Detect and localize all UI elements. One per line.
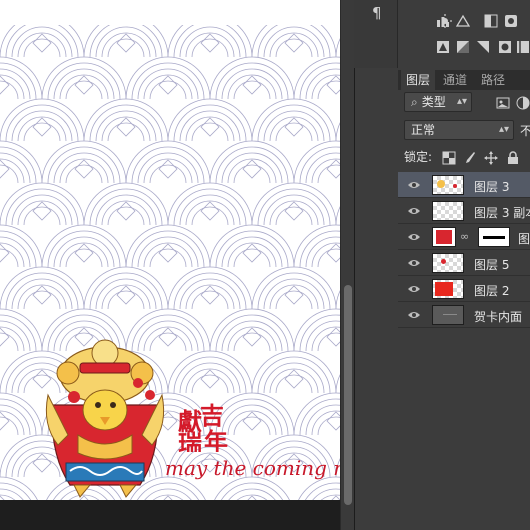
adjustment-layer-filter-icon[interactable]: [516, 96, 530, 110]
hue-saturation-icon[interactable]: [436, 40, 450, 54]
layer-filter-row: ⌕ 类型 ▴▾: [398, 92, 530, 114]
chevron-updown-icon: ▴▾: [498, 124, 509, 135]
greeting-seal-characters: 吉 獻 瑞 年: [178, 402, 228, 452]
eye-icon[interactable]: [408, 309, 420, 321]
layer-thumbnail: [432, 305, 464, 325]
blend-mode-select[interactable]: 正常 ▴▾: [404, 120, 514, 140]
lock-all-icon[interactable]: [506, 151, 520, 165]
photo-filter-icon[interactable]: [498, 40, 512, 54]
canvas-bottom-margin: [0, 500, 340, 530]
paragraph-icon[interactable]: ¶: [372, 4, 382, 22]
eye-icon[interactable]: [408, 283, 420, 295]
document-canvas[interactable]: 吉 獻 瑞 年 may the coming n: [0, 25, 340, 500]
layer-name: 图层 3 副本: [474, 206, 530, 220]
eye-icon[interactable]: [408, 205, 420, 217]
vibrance-icon[interactable]: [504, 14, 518, 28]
eye-icon[interactable]: [408, 179, 420, 191]
lock-label: 锁定:: [404, 150, 433, 164]
black-white-icon[interactable]: [476, 40, 490, 54]
tab-paths[interactable]: 路径: [476, 70, 510, 90]
layer-name: 图层 2: [474, 284, 510, 298]
levels-icon[interactable]: [436, 14, 450, 28]
layer-row[interactable]: ∞ 图: [398, 224, 530, 250]
layer-thumbnail: [432, 279, 464, 299]
seal-char-3: 瑞: [178, 429, 202, 452]
lock-row: 锁定:: [398, 146, 530, 168]
scrollbar-thumb[interactable]: [344, 285, 352, 505]
layer-thumbnail: [432, 175, 464, 195]
rooster-mascot-illustration: [45, 339, 165, 498]
seal-char-1: 吉: [200, 402, 224, 430]
layer-thumbnail: [432, 227, 456, 247]
layer-row[interactable]: 图层 3 副本: [398, 198, 530, 224]
blend-mode-row: 正常 ▴▾ 不: [398, 118, 530, 142]
layer-name: 图层 3: [474, 180, 510, 194]
color-balance-icon[interactable]: [456, 40, 470, 54]
layer-name: 图层 5: [474, 258, 510, 272]
photoshop-window: 吉 獻 瑞 年 may the coming n ¶ 图层 通道 路径 ⌕ 类型…: [0, 0, 530, 530]
layer-row[interactable]: 贺卡内面: [398, 302, 530, 328]
eye-icon[interactable]: [408, 257, 420, 269]
curves-icon[interactable]: [456, 14, 470, 28]
vertical-scrollbar[interactable]: [340, 0, 354, 530]
exposure-icon[interactable]: [484, 14, 498, 28]
pixel-layer-filter-icon[interactable]: [496, 96, 510, 110]
chain-link-icon[interactable]: ∞: [460, 230, 469, 243]
tab-layers[interactable]: 图层: [401, 70, 436, 90]
canvas-area[interactable]: 吉 獻 瑞 年 may the coming n: [0, 0, 354, 530]
layer-kind-filter[interactable]: ⌕ 类型 ▴▾: [404, 92, 472, 112]
layer-name: 图: [518, 232, 530, 246]
layer-mask-thumbnail[interactable]: [478, 227, 510, 247]
blend-mode-value: 正常: [411, 123, 436, 137]
canvas-top-margin: [0, 0, 340, 25]
layer-name: 贺卡内面: [474, 310, 523, 324]
eye-icon[interactable]: [408, 231, 420, 243]
adjustments-panel: [398, 0, 530, 68]
layer-kind-filter-value: 类型: [421, 95, 446, 109]
layers-list: 图层 3 图层 3 副本 ∞ 图 图层 5 图层 2 贺卡内面: [398, 172, 530, 530]
layer-row[interactable]: 图层 5: [398, 250, 530, 276]
seal-char-4: 年: [204, 427, 228, 452]
search-icon: ⌕: [411, 95, 418, 109]
layer-thumbnail: [432, 253, 464, 273]
move-lock-icon[interactable]: [484, 151, 498, 165]
layer-thumbnail: [432, 201, 464, 221]
channel-mixer-icon[interactable]: [516, 40, 530, 54]
lock-transparent-pixels-icon[interactable]: [442, 151, 456, 165]
layers-panel-tabs: 图层 通道 路径: [398, 70, 530, 90]
tab-channels[interactable]: 通道: [438, 70, 472, 90]
greeting-text: may the coming n: [165, 456, 340, 480]
layer-row[interactable]: 图层 3: [398, 172, 530, 198]
layer-row[interactable]: 图层 2: [398, 276, 530, 302]
chevron-updown-icon: ▴▾: [456, 96, 467, 107]
opacity-label: 不: [520, 124, 530, 138]
brush-lock-icon[interactable]: [462, 151, 476, 165]
